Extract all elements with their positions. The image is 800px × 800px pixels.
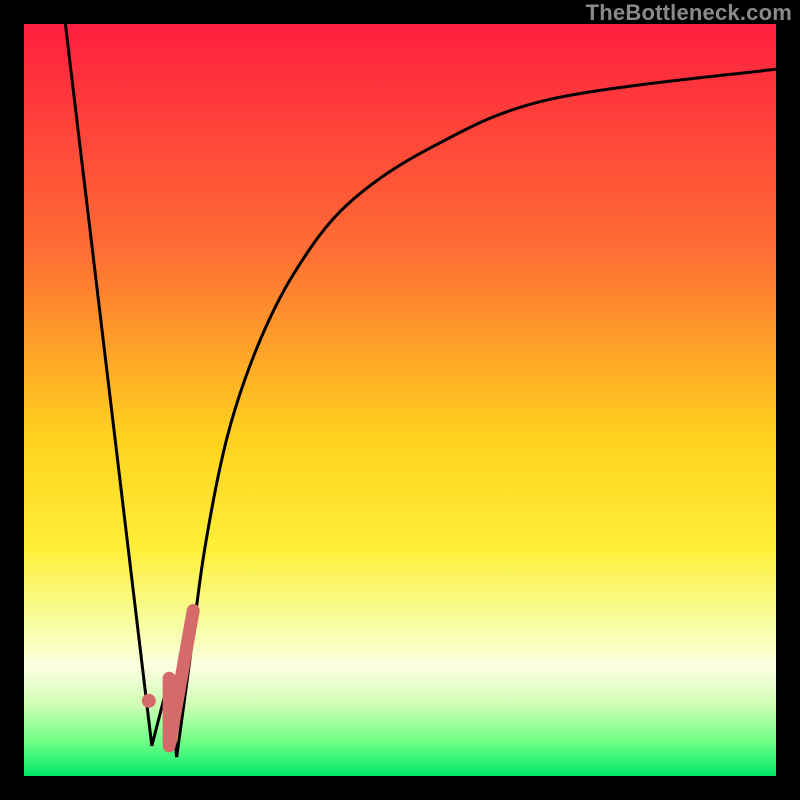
- plot-area: [24, 24, 776, 776]
- chart-frame: TheBottleneck.com: [0, 0, 800, 800]
- series-rise-curve: [177, 69, 776, 757]
- watermark-text: TheBottleneck.com: [586, 0, 792, 26]
- series-left-spike: [65, 24, 151, 746]
- series-marker-dot: [142, 694, 156, 708]
- chart-curves: [24, 24, 776, 776]
